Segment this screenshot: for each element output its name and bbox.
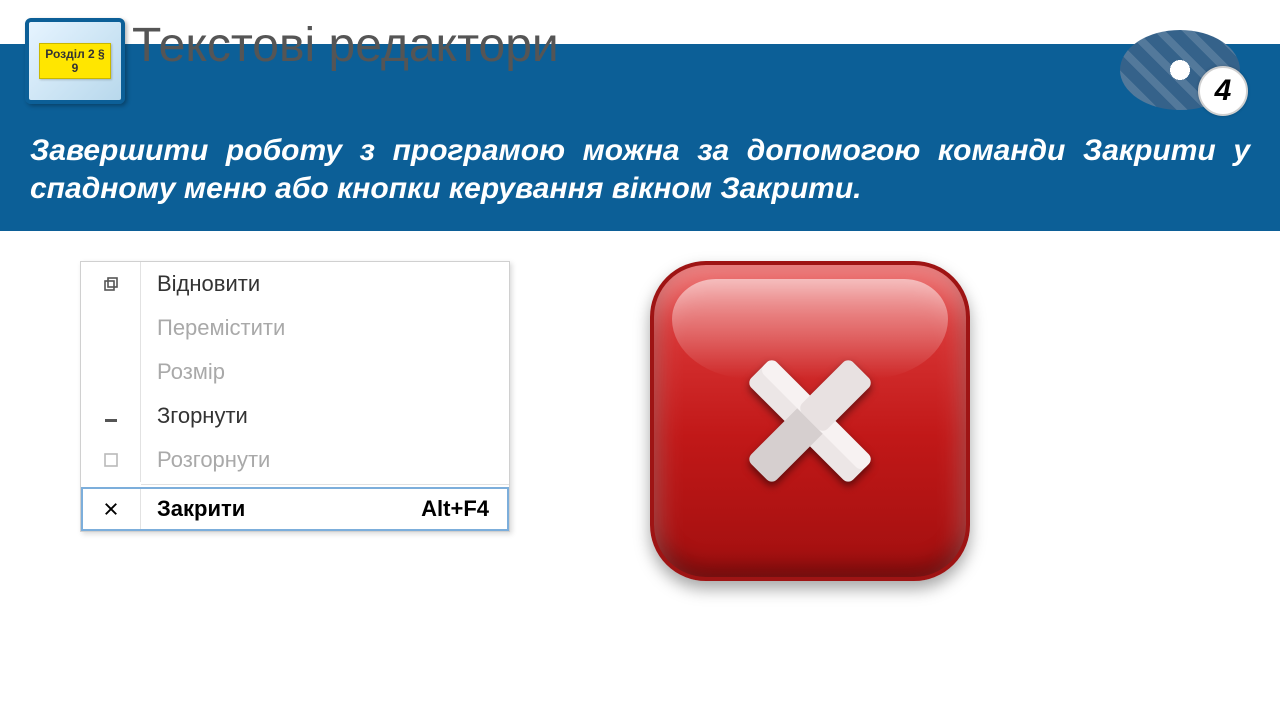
close-x-icon: [720, 331, 900, 511]
menu-label: Закрити: [141, 496, 421, 522]
close-window-button[interactable]: [650, 261, 970, 581]
body-text: Завершити роботу з програмою можна за до…: [0, 120, 1280, 231]
blank-icon: [81, 306, 141, 350]
menu-label: Перемістити: [141, 315, 509, 341]
menu-label: Згорнути: [141, 403, 509, 429]
monitor-icon: Розділ 2 § 9: [25, 18, 125, 104]
menu-item-restore[interactable]: Відновити: [81, 262, 509, 306]
menu-item-close[interactable]: Закрити Alt+F4: [81, 487, 509, 531]
menu-item-minimize[interactable]: Згорнути: [81, 394, 509, 438]
blank-icon: [81, 350, 141, 394]
window-control-menu: Відновити Перемістити Розмір Згорнути Ро…: [80, 261, 510, 532]
slide-title: Текстові редактори: [132, 18, 559, 73]
menu-separator: [141, 484, 509, 485]
menu-shortcut: Alt+F4: [421, 496, 509, 522]
menu-label: Розгорнути: [141, 447, 509, 473]
slide-number-badge: 4: [1120, 30, 1240, 110]
close-icon: [81, 487, 141, 531]
restore-icon: [81, 262, 141, 306]
menu-item-move[interactable]: Перемістити: [81, 306, 509, 350]
menu-item-size[interactable]: Розмір: [81, 350, 509, 394]
chapter-label: Розділ 2 § 9: [39, 43, 111, 79]
menu-item-maximize[interactable]: Розгорнути: [81, 438, 509, 482]
minimize-icon: [81, 394, 141, 438]
slide-header: Розділ 2 § 9 Текстові редактори 4: [0, 0, 1280, 120]
content-area: Відновити Перемістити Розмір Згорнути Ро…: [0, 231, 1280, 581]
menu-label: Розмір: [141, 359, 509, 385]
menu-label: Відновити: [141, 271, 509, 297]
slide-number: 4: [1198, 66, 1248, 116]
maximize-icon: [81, 438, 141, 482]
